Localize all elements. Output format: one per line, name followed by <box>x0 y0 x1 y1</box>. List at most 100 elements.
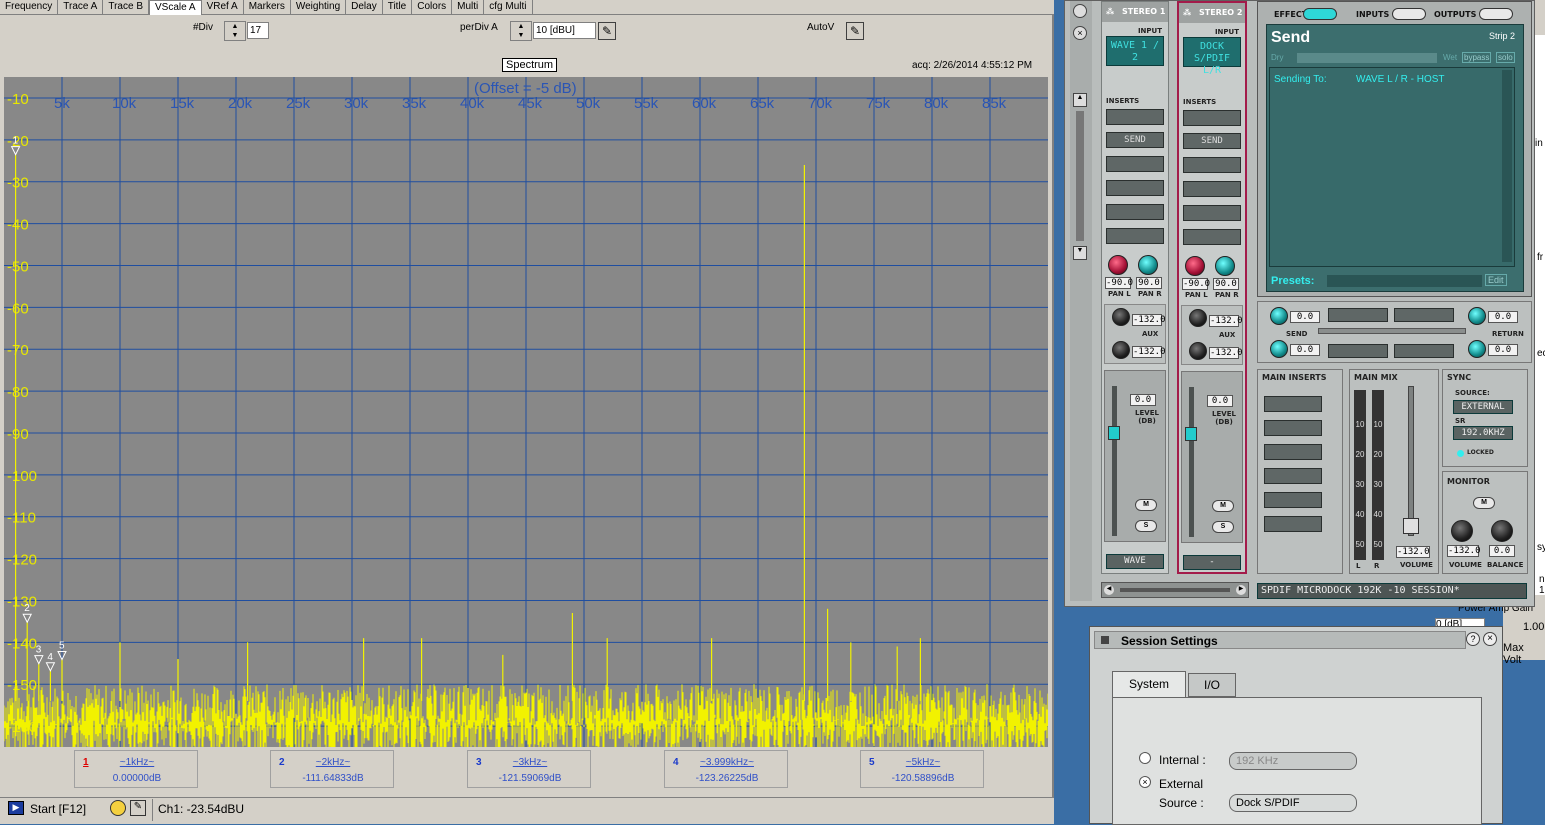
internal-radio[interactable] <box>1139 752 1151 764</box>
insert-slot-3[interactable] <box>1106 156 1164 172</box>
perdiv-spinner[interactable]: ▲ ▼ <box>510 21 532 41</box>
mixer-scrollbar[interactable] <box>1076 111 1084 241</box>
dry-wet-slider[interactable] <box>1297 53 1437 63</box>
aux2-knob[interactable] <box>1112 341 1130 359</box>
marker-box-3[interactable]: 3 ~3kHz~ -121.59069dB <box>467 750 591 788</box>
effect-toggle[interactable] <box>1303 8 1337 20</box>
aux1-knob[interactable] <box>1189 309 1207 327</box>
scroll-right-icon[interactable]: ▶ <box>1236 585 1246 595</box>
strip-scrollbar[interactable]: ◀ ▶ <box>1101 582 1249 598</box>
monitor-volume-knob[interactable] <box>1451 520 1473 542</box>
scroll-left-icon[interactable]: ◀ <box>1104 585 1114 595</box>
help-icon[interactable]: ? <box>1466 632 1480 646</box>
tab-multi[interactable]: Multi <box>452 0 485 15</box>
presets-field[interactable] <box>1327 275 1482 287</box>
tab-markers[interactable]: Markers <box>244 0 291 15</box>
aux1-knob[interactable] <box>1112 308 1130 326</box>
sync-source-value[interactable]: EXTERNAL <box>1453 400 1513 414</box>
tab-delay[interactable]: Delay <box>346 0 383 15</box>
autov-wand-button[interactable]: ✎ <box>846 22 864 40</box>
scroll-down-icon[interactable]: ▼ <box>1073 246 1087 260</box>
tab-outputs[interactable]: OUTPUTS <box>1434 10 1476 19</box>
aux2-knob[interactable] <box>1189 342 1207 360</box>
tab-weighting[interactable]: Weighting <box>291 0 347 15</box>
input-display[interactable]: WAVE 1 / 2 <box>1106 36 1164 66</box>
level-fader[interactable] <box>1185 427 1197 441</box>
tab-cfg-multi[interactable]: cfg Multi <box>484 0 533 15</box>
level-fader[interactable] <box>1108 426 1120 440</box>
send1-knob[interactable] <box>1270 307 1288 325</box>
sync-sr-value[interactable]: 192.0KHZ <box>1453 426 1513 440</box>
start-button[interactable]: Start [F12] <box>30 802 86 816</box>
strip-name-display[interactable]: WAVE <box>1106 554 1164 569</box>
tab-io[interactable]: I/O <box>1188 673 1236 697</box>
bypass-button[interactable]: bypass <box>1462 52 1492 63</box>
internal-rate-select[interactable]: 192 KHz <box>1229 752 1357 770</box>
ndiv-field[interactable]: 17 <box>247 22 269 39</box>
strip-name-display[interactable]: - <box>1183 555 1241 570</box>
mute-button[interactable]: M <box>1212 500 1234 512</box>
send-insert-3[interactable] <box>1328 344 1388 358</box>
insert-slot-1[interactable] <box>1106 109 1164 125</box>
insert-slot-4[interactable] <box>1183 181 1241 197</box>
ndiv-spinner[interactable]: ▲ ▼ <box>224 21 246 41</box>
insert-slot-5[interactable] <box>1106 204 1164 220</box>
main-insert-2[interactable] <box>1264 420 1322 436</box>
marker-frequency[interactable]: ~1kHz~ <box>75 757 199 768</box>
insert-slot-6[interactable] <box>1183 229 1241 245</box>
level-fader-track[interactable] <box>1112 386 1117 536</box>
spectrum-plot[interactable]: 5k 10k 15k 20k 25k 30k 35k 40k 45k 50k 55k 60k 65k 70… <box>4 77 1048 747</box>
tab-inputs[interactable]: INPUTS <box>1356 10 1389 19</box>
scroll-up-icon[interactable]: ▲ <box>1073 93 1087 107</box>
marker-box-5[interactable]: 5 ~5kHz~ -120.58896dB <box>860 750 984 788</box>
send-insert-4[interactable] <box>1394 344 1454 358</box>
main-volume-fader-track[interactable] <box>1408 386 1414 536</box>
sending-scrollbar[interactable] <box>1502 70 1512 262</box>
presets-edit-button[interactable]: Edit <box>1485 274 1507 286</box>
outputs-toggle[interactable] <box>1479 8 1513 20</box>
insert-slot-3[interactable] <box>1183 157 1241 173</box>
level-fader-track[interactable] <box>1189 387 1194 537</box>
tab-system[interactable]: System <box>1112 671 1186 697</box>
clock-icon[interactable] <box>110 800 126 816</box>
wand-icon[interactable]: ✎ <box>130 800 146 816</box>
solo-button[interactable]: S <box>1212 521 1234 533</box>
pan-right-knob[interactable] <box>1215 256 1235 276</box>
tab-trace-b[interactable]: Trace B <box>103 0 149 15</box>
perdiv-field[interactable]: 10 [dBU] <box>533 22 596 39</box>
insert-slot-4[interactable] <box>1106 180 1164 196</box>
solo-button[interactable]: S <box>1135 520 1157 532</box>
tab-vref-a[interactable]: VRef A <box>202 0 244 15</box>
send-insert-slot[interactable]: SEND <box>1183 133 1241 149</box>
plot-title[interactable]: Spectrum <box>502 58 558 72</box>
pan-right-knob[interactable] <box>1138 255 1158 275</box>
mute-button[interactable]: M <box>1135 499 1157 511</box>
marker-frequency[interactable]: ~3.999kHz~ <box>665 757 789 768</box>
main-insert-3[interactable] <box>1264 444 1322 460</box>
external-source-select[interactable]: Dock S/PDIF <box>1229 794 1357 812</box>
tab-vscale-a[interactable]: VScale A <box>148 0 202 15</box>
monitor-balance-knob[interactable] <box>1491 520 1513 542</box>
perdiv-wand-button[interactable]: ✎ <box>598 22 616 40</box>
monitor-mute-button[interactable]: M <box>1473 497 1495 509</box>
session-titlebar[interactable]: Session Settings <box>1094 631 1466 649</box>
insert-slot-5[interactable] <box>1183 205 1241 221</box>
send-return-slider[interactable] <box>1318 328 1466 334</box>
main-insert-4[interactable] <box>1264 468 1322 484</box>
close-icon[interactable]: × <box>1483 632 1497 646</box>
close-icon[interactable]: × <box>1073 26 1087 40</box>
minimize-icon[interactable] <box>1073 4 1087 18</box>
send-insert-1[interactable] <box>1328 308 1388 322</box>
marker-box-2[interactable]: 2 ~2kHz~ -111.64833dB <box>270 750 394 788</box>
send-insert-2[interactable] <box>1394 308 1454 322</box>
main-insert-1[interactable] <box>1264 396 1322 412</box>
tab-title[interactable]: Title <box>383 0 413 15</box>
marker-box-1[interactable]: 1 ~1kHz~ 0.00000dB <box>74 750 198 788</box>
external-radio[interactable]: × <box>1139 776 1151 788</box>
strip-scroll-thumb[interactable] <box>1120 588 1230 592</box>
tab-colors[interactable]: Colors <box>412 0 453 15</box>
return2-knob[interactable] <box>1468 340 1486 358</box>
input-display[interactable]: DOCK S/PDIF L/R <box>1183 37 1241 76</box>
insert-slot-6[interactable] <box>1106 228 1164 244</box>
main-insert-5[interactable] <box>1264 492 1322 508</box>
